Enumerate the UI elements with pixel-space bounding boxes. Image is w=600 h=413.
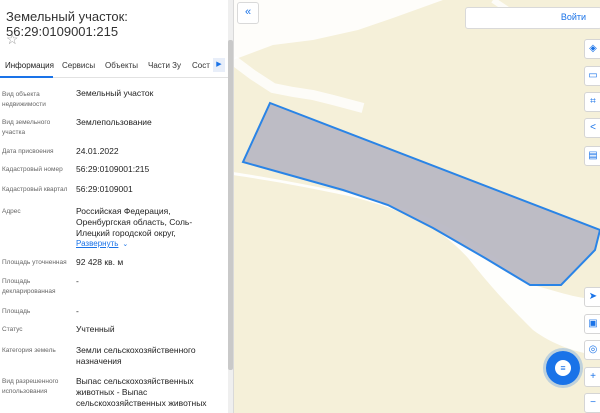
- map-svg: [233, 0, 600, 356]
- expand-link[interactable]: Развернуть: [76, 239, 118, 248]
- land-parcel-polygon[interactable]: [241, 101, 600, 286]
- zoom-out-icon[interactable]: −: [584, 393, 600, 413]
- favorite-star-icon[interactable]: ☆: [6, 32, 19, 46]
- active-tab-indicator: [0, 76, 53, 78]
- panel-scrollbar-thumb[interactable]: [228, 40, 233, 370]
- field-label: Категория земель: [2, 347, 56, 354]
- collapse-panel-icon[interactable]: «: [237, 2, 259, 24]
- screen-icon[interactable]: ▣: [584, 314, 600, 334]
- field-label: Площадь декларированная: [2, 278, 56, 295]
- field-value: Земли сельскохозяйственного назначения: [76, 345, 196, 366]
- field-label: Площадь: [2, 308, 31, 315]
- field-value: Землепользование: [76, 117, 152, 127]
- chevron-down-icon[interactable]: ⌄: [122, 241, 128, 248]
- status-value: Учтенный: [76, 324, 115, 334]
- chat-bubble-icon[interactable]: ≡: [555, 360, 571, 376]
- field-label: Дата присвоения: [2, 148, 54, 155]
- layers-icon[interactable]: ◈: [584, 39, 600, 59]
- tab-bar: Информация Сервисы Объекты Части Зу Сост: [0, 55, 228, 78]
- tab-objects[interactable]: Объекты: [105, 61, 138, 70]
- field-label: Кадастровый номер: [2, 166, 63, 173]
- road-line: [233, 56, 365, 113]
- address-value: Российская Федерация, Оренбургская облас…: [76, 206, 211, 239]
- field-value: Земельный участок: [76, 88, 154, 98]
- chat-button[interactable]: ≡: [546, 351, 580, 385]
- expand-address[interactable]: Развернуть ⌄: [76, 238, 211, 250]
- login-label[interactable]: Войти: [561, 12, 586, 22]
- parcel-title: Земельный участок: 56:29:0109001:215: [6, 9, 128, 39]
- field-label: Вид объекта недвижимости: [2, 91, 46, 108]
- locate-icon[interactable]: ◎: [584, 340, 600, 360]
- tab-services[interactable]: Сервисы: [62, 61, 95, 70]
- address-text: Российская Федерация, Оренбургская облас…: [76, 206, 193, 238]
- field-label: Адрес: [2, 208, 21, 215]
- zoom-in-icon[interactable]: +: [584, 367, 600, 387]
- area-value: 92 428 кв. м: [76, 257, 124, 267]
- road-area: [233, 0, 443, 60]
- field-label: Статус: [2, 326, 23, 333]
- navigate-icon[interactable]: ➤: [584, 287, 600, 307]
- ruler-icon[interactable]: ▭: [584, 66, 600, 86]
- field-value: Выпас сельскохозяйственных животных - Вы…: [76, 376, 207, 408]
- cadastral-number: 56:29:0109001:215: [76, 164, 150, 174]
- field-value: -: [76, 306, 79, 316]
- tab-parts[interactable]: Части Зу: [148, 61, 181, 70]
- qr-scan-icon[interactable]: ⌗: [584, 92, 600, 112]
- field-label: Вид разрешенного использования: [2, 378, 59, 395]
- tab-info[interactable]: Информация: [5, 61, 54, 70]
- share-icon[interactable]: <: [584, 118, 600, 138]
- info-panel: Земельный участок: 56:29:0109001:215 ☆ И…: [0, 0, 234, 413]
- field-label: Вид земельного участка: [2, 119, 51, 136]
- map-canvas[interactable]: [233, 0, 600, 413]
- tabs-scroll-right-icon[interactable]: ▶: [213, 58, 225, 72]
- print-icon[interactable]: ▤: [584, 146, 600, 166]
- field-value: -: [76, 276, 79, 286]
- field-value: 24.01.2022: [76, 146, 119, 156]
- field-label: Площадь уточненная: [2, 259, 67, 266]
- tab-composition[interactable]: Сост: [192, 61, 210, 70]
- login-button[interactable]: Войти: [465, 7, 600, 29]
- cadastral-quarter: 56:29:0109001: [76, 184, 133, 194]
- field-label: Кадастровый квартал: [2, 186, 68, 193]
